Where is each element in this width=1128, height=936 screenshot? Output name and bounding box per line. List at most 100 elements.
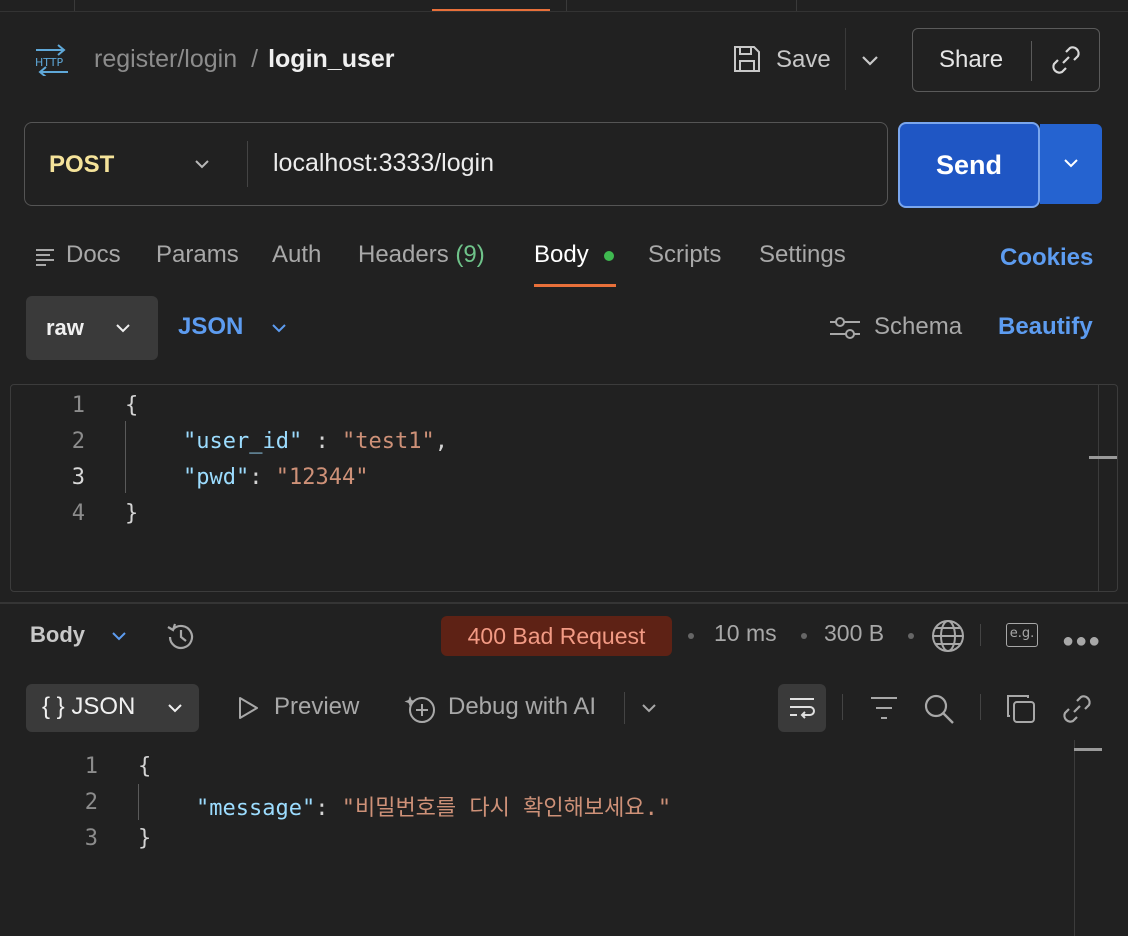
editor-scroll-thumb[interactable] [1089, 456, 1117, 459]
docs-icon [36, 249, 54, 266]
filter-icon[interactable] [868, 692, 900, 724]
breadcrumb: register/login / login_user [94, 45, 395, 74]
toolbar-divider [624, 692, 625, 724]
indent-guide [125, 421, 126, 493]
save-button[interactable]: Save [776, 46, 831, 74]
active-tab-indicator [432, 9, 550, 11]
sliders-icon[interactable] [828, 314, 862, 342]
json-separator: : [249, 465, 276, 490]
tab-strip [0, 0, 1128, 12]
schema-button[interactable]: Schema [874, 313, 962, 341]
link-icon[interactable] [1060, 692, 1094, 726]
chevron-down-icon [168, 704, 182, 713]
line-number: 1 [84, 754, 98, 779]
json-key: "user_id" [183, 429, 303, 454]
header-divider [845, 28, 846, 90]
response-size[interactable]: 300 B [824, 620, 884, 647]
code-line: { [138, 754, 152, 779]
tab-scripts[interactable]: Scripts [648, 241, 721, 269]
globe-icon[interactable] [930, 618, 966, 654]
send-label: Send [935, 150, 1002, 180]
tab-headers-label: Headers [358, 241, 449, 268]
breadcrumb-collection[interactable]: register/login [94, 45, 237, 73]
code-line: "user_id" : "test1", [183, 429, 448, 454]
examples-icon[interactable]: e.g. [1006, 623, 1038, 647]
tab-divider [566, 0, 567, 11]
send-options-button[interactable] [1040, 124, 1102, 204]
tab-divider [796, 0, 797, 11]
format-label-text: JSON [71, 693, 136, 720]
tab-headers[interactable]: Headers (9) [358, 241, 485, 269]
json-key: "message" [196, 796, 316, 821]
beautify-button[interactable]: Beautify [998, 313, 1093, 341]
url-input[interactable] [273, 149, 853, 178]
response-format-select[interactable]: { } JSON [26, 684, 199, 732]
tab-params[interactable]: Params [156, 241, 239, 269]
body-language-select[interactable]: JSON [178, 313, 243, 341]
svg-text:HTTP: HTTP [35, 56, 64, 69]
search-icon[interactable] [922, 692, 956, 726]
status-label: 400 Bad Request [467, 623, 646, 649]
response-body-viewer[interactable]: 1 2 3 { "message": "비밀번호를 다시 확인해보세요." } [0, 748, 1070, 936]
share-button[interactable]: Share [939, 46, 1003, 74]
response-scroll-thumb[interactable] [1074, 748, 1102, 751]
share-divider [1031, 41, 1032, 81]
toolbar-divider [980, 694, 981, 720]
wrap-icon [790, 698, 815, 719]
history-icon[interactable] [164, 620, 198, 654]
meta-separator [801, 633, 807, 639]
save-icon[interactable] [732, 44, 762, 74]
response-time[interactable]: 10 ms [714, 620, 777, 647]
chevron-down-icon[interactable] [191, 153, 213, 175]
response-body-select[interactable]: Body [30, 622, 85, 648]
line-number: 3 [84, 826, 98, 851]
send-button[interactable]: Send [898, 122, 1040, 208]
tab-divider [74, 0, 75, 11]
chevron-down-icon[interactable] [108, 625, 130, 647]
debug-with-ai-button[interactable]: Debug with AI [448, 693, 596, 721]
status-badge[interactable]: 400 Bad Request [441, 616, 672, 656]
json-separator: : [302, 429, 342, 454]
pane-resizer[interactable] [0, 602, 1128, 604]
request-name[interactable]: login_user [268, 45, 394, 73]
tab-auth[interactable]: Auth [272, 241, 321, 269]
cookies-link[interactable]: Cookies [1000, 244, 1093, 272]
json-value: "비밀번호를 다시 확인해보세요." [341, 796, 672, 821]
indent-guide [138, 784, 139, 820]
chevron-down-icon[interactable] [268, 317, 290, 339]
body-modified-indicator [604, 251, 614, 261]
request-body-editor[interactable]: 1 2 3 4 { "user_id" : "test1", "pwd": "1… [10, 384, 1118, 592]
method-select[interactable]: POST [49, 151, 114, 179]
braces-icon: { } [42, 693, 65, 720]
code-line: } [138, 826, 152, 851]
json-value: "12344" [275, 465, 369, 490]
toolbar-divider [980, 624, 981, 646]
debug-ai-icon[interactable] [404, 692, 438, 726]
chevron-down-icon [116, 324, 130, 333]
more-icon[interactable]: ●●● [1062, 630, 1101, 653]
wrap-lines-button[interactable] [778, 684, 826, 732]
tab-body[interactable]: Body [534, 241, 589, 269]
toolbar-divider [842, 694, 843, 720]
body-mode-select[interactable]: raw [26, 296, 158, 360]
play-icon[interactable] [236, 696, 260, 720]
line-number: 2 [84, 790, 98, 815]
breadcrumb-separator: / [251, 45, 259, 73]
tab-docs[interactable]: Docs [66, 241, 121, 269]
active-tab-underline [534, 284, 616, 287]
headers-count: (9) [455, 241, 485, 268]
chevron-down-icon[interactable] [858, 48, 882, 72]
chevron-down-icon[interactable] [638, 697, 660, 719]
copy-icon[interactable] [1004, 692, 1038, 726]
code-line: "message": "비밀번호를 다시 확인해보세요." [196, 790, 671, 822]
json-comma: , [434, 429, 448, 454]
link-icon[interactable] [1049, 43, 1083, 77]
line-number: 4 [71, 501, 85, 526]
response-scrollbar[interactable] [1074, 740, 1075, 936]
preview-button[interactable]: Preview [274, 693, 359, 721]
json-separator: : [315, 796, 342, 821]
share-button-group: Share [912, 28, 1100, 92]
tab-settings[interactable]: Settings [759, 241, 846, 269]
line-number: 2 [71, 429, 85, 454]
editor-scrollbar[interactable] [1098, 385, 1099, 591]
